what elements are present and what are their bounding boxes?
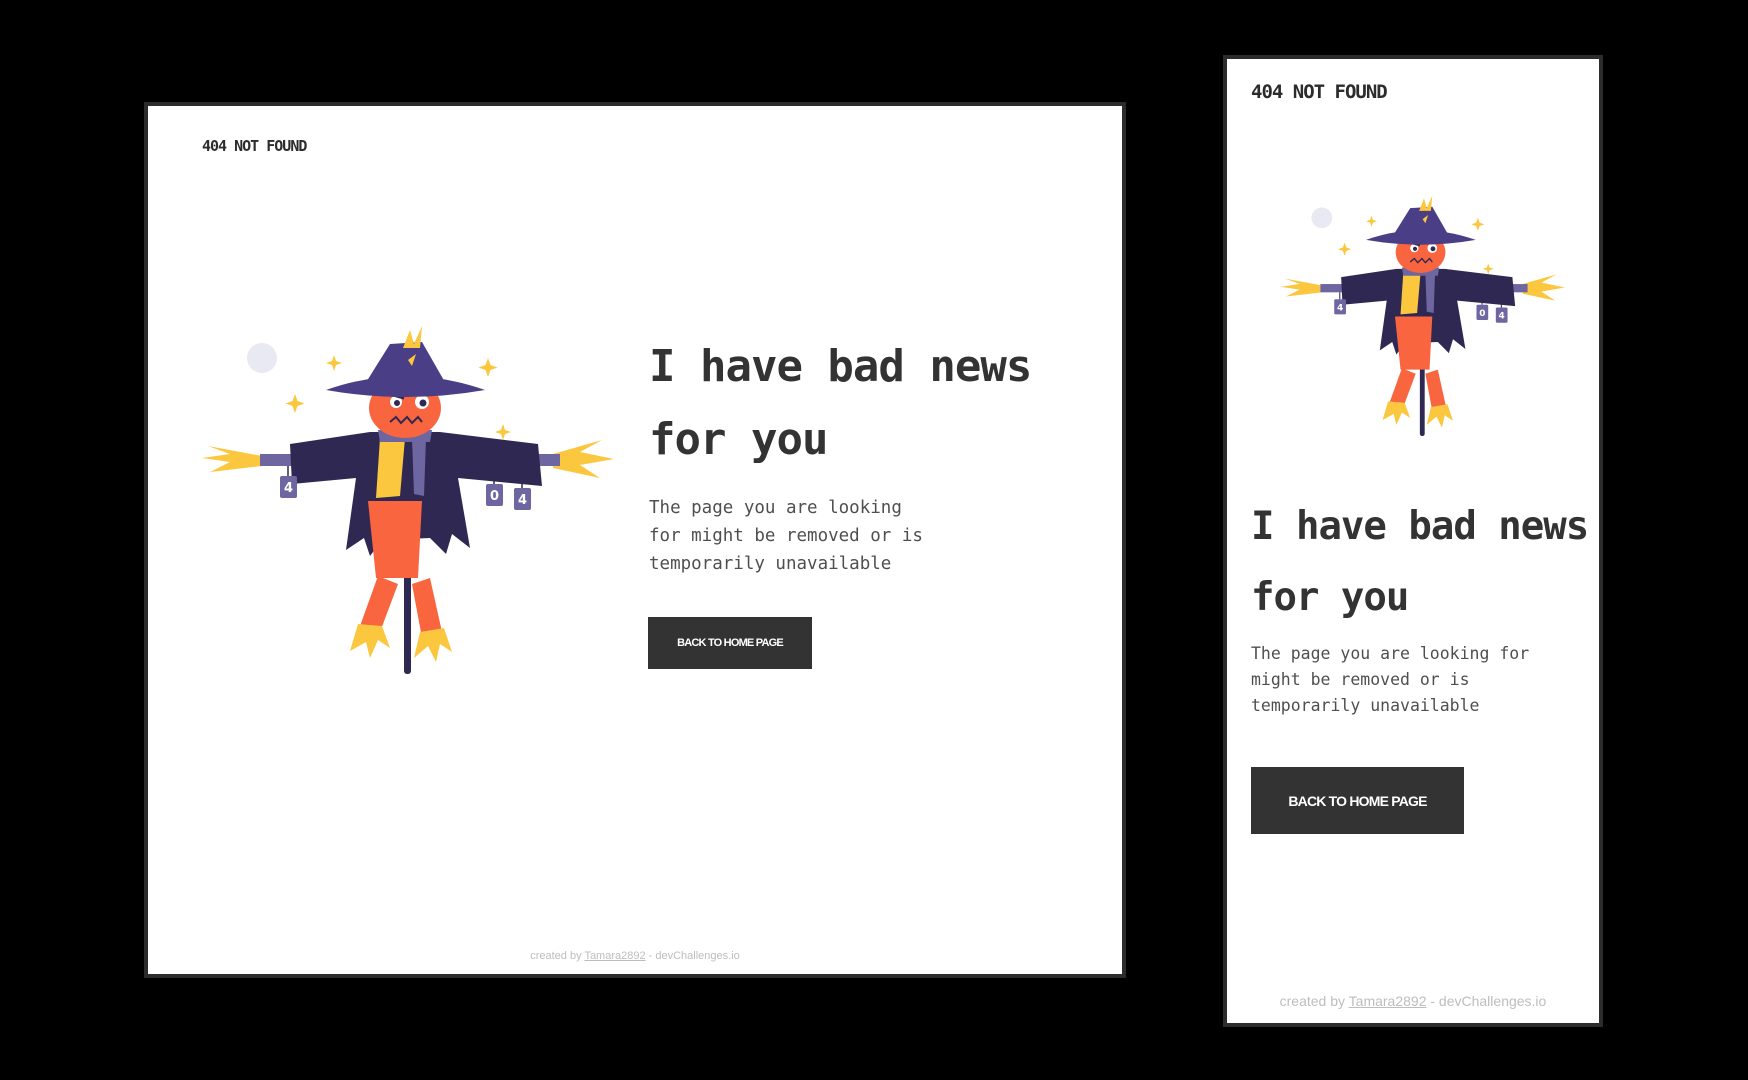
svg-text:4: 4 (1499, 312, 1505, 322)
svg-text:0: 0 (1479, 309, 1485, 319)
back-home-button[interactable]: BACK TO HOME PAGE (648, 617, 812, 669)
author-link[interactable]: Tamara2892 (1349, 993, 1427, 1009)
author-link[interactable]: Tamara2892 (584, 950, 645, 962)
back-home-button[interactable]: BACK TO HOME PAGE (1251, 767, 1464, 834)
footer-prefix: created by (1279, 993, 1346, 1009)
scarecrow-illustration: 4 0 4 (202, 326, 614, 674)
error-description: The page you are looking for might be re… (1251, 644, 1530, 715)
svg-text:4: 4 (518, 493, 527, 508)
svg-text:0: 0 (490, 489, 499, 504)
footer-suffix: - devChallenges.io (648, 950, 740, 962)
svg-text:4: 4 (284, 481, 293, 496)
mobile-preview: 404 NOT FOUND 4 0 4 I have bad news for … (1223, 55, 1603, 1027)
desktop-preview: 404 NOT FOUND 4 0 4 I have bad news for … (144, 102, 1126, 978)
svg-text:4: 4 (1337, 303, 1343, 313)
brand-logo[interactable]: 404 NOT FOUND (1251, 81, 1388, 103)
error-description: The page you are looking for might be re… (649, 498, 923, 574)
footer-prefix: created by (530, 950, 582, 962)
moon-icon (247, 343, 277, 373)
page-title: I have bad news for you (1251, 504, 1589, 620)
footer-credit: created by Tamara2892 - devChallenges.io (1227, 993, 1599, 1009)
footer-credit: created by Tamara2892 - devChallenges.io (148, 950, 1122, 962)
footer-suffix: - devChallenges.io (1430, 993, 1547, 1009)
brand-logo[interactable]: 404 NOT FOUND (202, 137, 307, 155)
page-title: I have bad news for you (649, 341, 1032, 465)
moon-icon (1311, 207, 1333, 229)
scarecrow-illustration: 4 0 4 (1280, 195, 1565, 436)
